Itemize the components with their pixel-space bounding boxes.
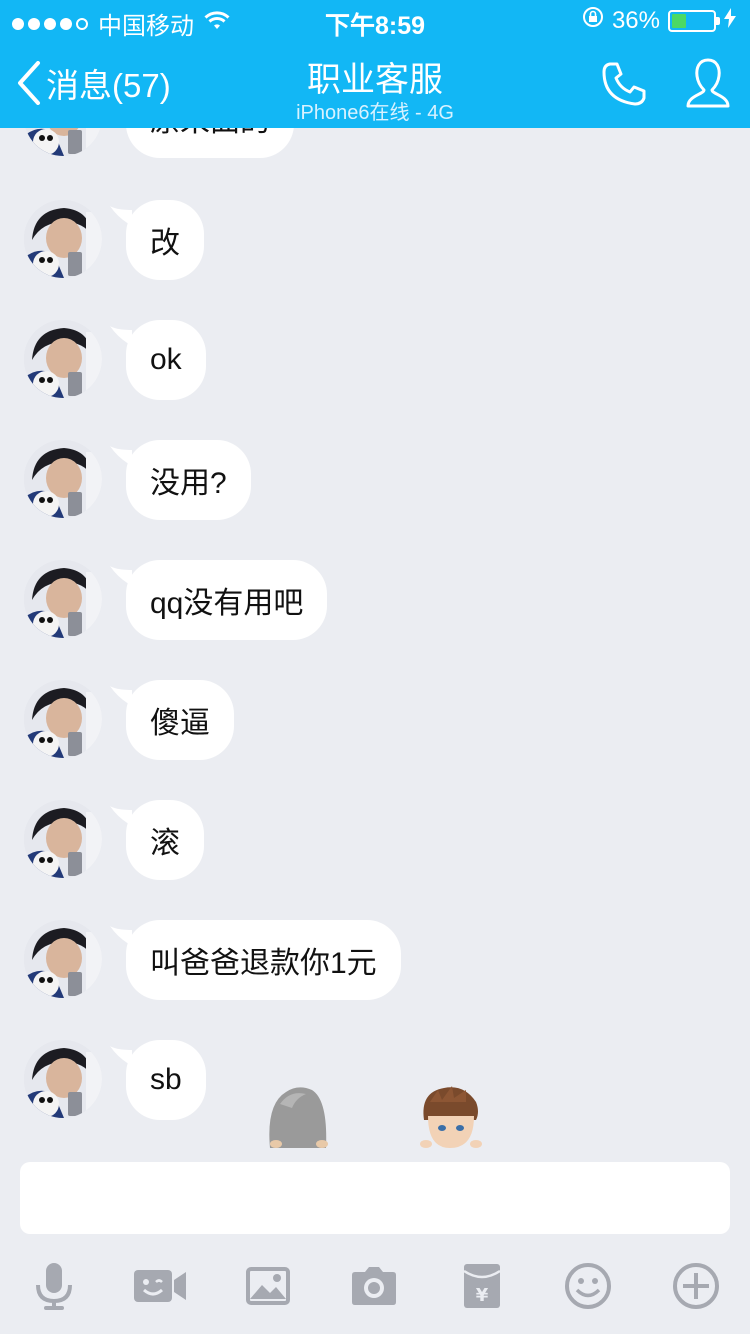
battery-icon <box>668 9 720 32</box>
message-row: 原来曲的 <box>0 128 750 158</box>
message-row: 叫爸爸退款你1元 <box>0 920 750 1000</box>
charging-icon <box>724 7 736 35</box>
message-bubble[interactable]: 叫爸爸退款你1元 <box>126 920 401 1000</box>
avatar[interactable] <box>24 440 102 518</box>
peeking-character-gray[interactable] <box>262 1084 334 1148</box>
emoji-button[interactable] <box>558 1256 618 1316</box>
message-row: ok <box>0 320 750 400</box>
nav-bar: 消息(57) 职业客服 iPhone6在线 - 4G <box>0 40 750 128</box>
camera-icon <box>352 1267 396 1305</box>
message-input[interactable] <box>20 1162 730 1234</box>
phone-icon <box>602 62 646 106</box>
microphone-icon <box>36 1263 72 1310</box>
image-button[interactable] <box>238 1256 298 1316</box>
message-row: 没用? <box>0 440 750 520</box>
phone-call-button[interactable] <box>600 60 648 113</box>
avatar[interactable] <box>24 128 102 156</box>
rotation-lock-icon <box>582 6 604 35</box>
peeking-character-boy[interactable] <box>414 1084 486 1148</box>
toolbar: ¥ <box>0 1256 750 1316</box>
more-button[interactable] <box>666 1256 726 1316</box>
chat-area[interactable]: 原来曲的 改 ok 没用? qq没有用吧 傻逼 <box>0 128 750 1148</box>
red-packet-icon: ¥ <box>463 1264 501 1308</box>
svg-text:¥: ¥ <box>476 1285 489 1306</box>
emoji-icon <box>565 1263 611 1309</box>
message-bubble[interactable]: 没用? <box>126 440 251 520</box>
message-row: 傻逼 <box>0 680 750 760</box>
image-icon <box>246 1267 290 1305</box>
message-row: 改 <box>0 200 750 280</box>
camera-button[interactable] <box>344 1256 404 1316</box>
plus-icon <box>673 1263 719 1309</box>
message-bubble[interactable]: 傻逼 <box>126 680 234 760</box>
message-bubble[interactable]: 改 <box>126 200 204 280</box>
battery-level <box>672 13 687 28</box>
message-row: qq没有用吧 <box>0 560 750 640</box>
message-bubble[interactable]: sb <box>126 1040 206 1120</box>
battery-percent: 36% <box>611 6 660 34</box>
input-area: ¥ <box>0 1148 750 1334</box>
profile-button[interactable] <box>684 56 732 117</box>
avatar[interactable] <box>24 680 102 758</box>
voice-button[interactable] <box>24 1256 84 1316</box>
message-row: sb <box>0 1040 750 1120</box>
avatar[interactable] <box>24 320 102 398</box>
message-bubble[interactable]: 滚 <box>126 800 204 880</box>
person-icon <box>686 58 730 108</box>
message-bubble[interactable]: qq没有用吧 <box>126 560 328 640</box>
avatar[interactable] <box>24 1040 102 1118</box>
avatar[interactable] <box>24 800 102 878</box>
avatar[interactable] <box>24 920 102 998</box>
top-bar: 中国移动 下午8:59 36% 消息(57) 职业客服 iPhone6在线 - … <box>0 0 750 128</box>
message-row: 滚 <box>0 800 750 880</box>
video-call-icon <box>134 1270 186 1302</box>
red-packet-button[interactable]: ¥ <box>452 1256 512 1316</box>
avatar[interactable] <box>24 560 102 638</box>
message-bubble[interactable]: ok <box>126 320 206 400</box>
message-bubble[interactable]: 原来曲的 <box>126 128 294 158</box>
avatar[interactable] <box>24 200 102 278</box>
video-call-button[interactable] <box>130 1256 190 1316</box>
status-bar: 中国移动 下午8:59 36% <box>0 0 750 40</box>
